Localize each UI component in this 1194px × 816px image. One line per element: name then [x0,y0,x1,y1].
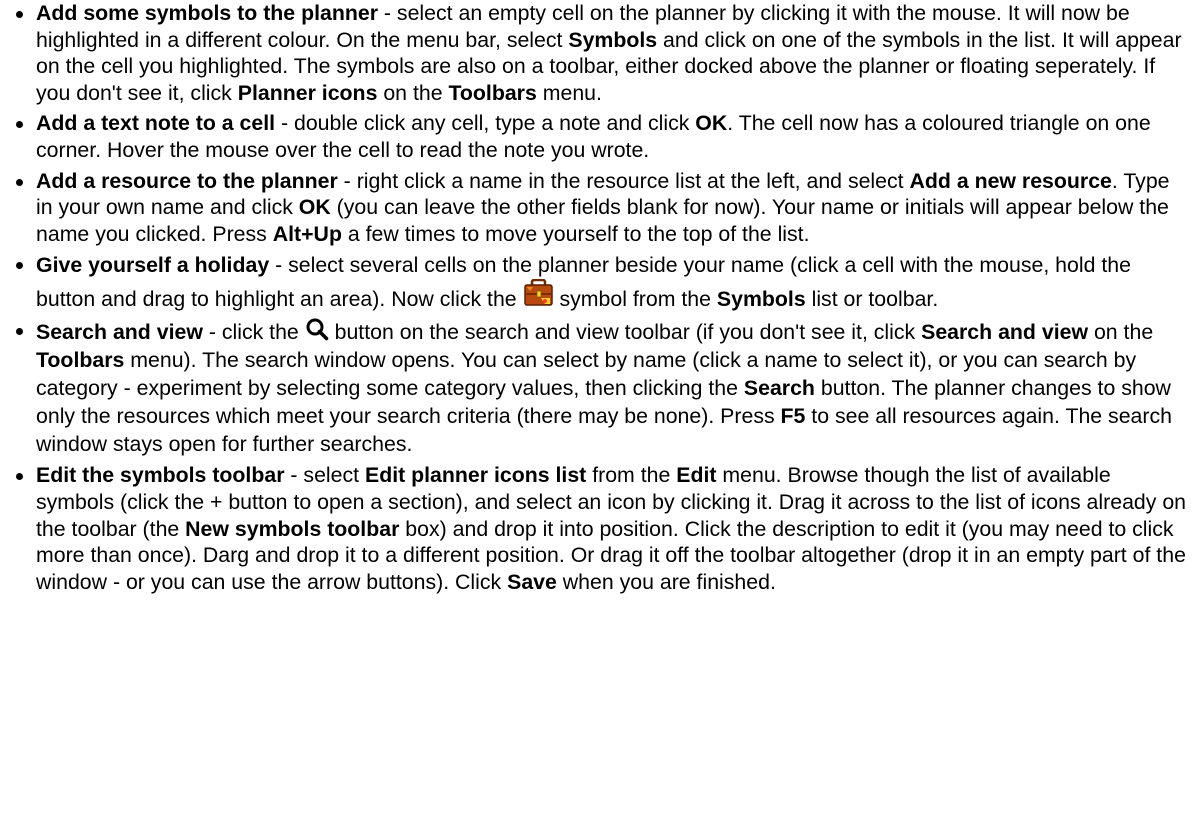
tip-bold-term: New symbols toolbar [185,516,400,541]
tip-text: menu. [536,80,602,105]
tip-title: Give yourself a holiday [36,253,270,278]
tip-bold-term: Planner icons [237,80,378,105]
tip-edit-toolbar: Edit the symbols toolbar - select Edit p… [0,462,1194,595]
search-icon [306,318,328,341]
tip-text-note: Add a text note to a cell - double click… [0,110,1194,163]
tip-bold-term: Add a new resource [909,168,1112,193]
tip-text: - click the [202,320,305,345]
tip-bold-term: Symbols [568,27,658,52]
tips-list: Add some symbols to the planner - select… [0,0,1194,595]
tip-text: - double click any cell, type a note and… [275,111,696,136]
tip-bold-term: Toolbars [36,348,125,373]
tip-bold-term: OK [695,111,728,136]
tip-bold-term: F5 [780,404,806,429]
tip-text: from the [586,463,677,488]
tip-search-view: Search and view - click the button on th… [0,317,1194,458]
tip-bold-term: Edit [676,463,717,488]
tip-bold-term: Symbols [716,287,806,312]
tip-title: Edit the symbols toolbar [36,463,285,488]
tip-text: list or toolbar. [805,287,939,312]
tip-title: Add a text note to a cell [36,111,276,136]
tip-bold-term: OK [298,195,331,220]
tip-title: Add a resource to the planner [36,168,338,193]
holiday-suitcase-icon [523,279,553,307]
tip-title: Add some symbols to the planner [36,1,378,25]
tip-text: on the [377,80,449,105]
tip-add-symbols: Add some symbols to the planner - select… [0,0,1194,106]
tip-text: symbol from the [553,287,717,312]
tip-text: on the [1088,320,1154,345]
tip-bold-term: Edit planner icons list [364,463,587,488]
tip-text: when you are finished. [556,569,776,594]
tip-add-resource: Add a resource to the planner - right cl… [0,168,1194,248]
tip-text: button on the search and view toolbar (i… [328,320,922,345]
tip-bold-term: Alt+Up [272,221,342,246]
tip-title: Search and view [36,320,203,345]
tip-bold-term: Search [743,376,815,401]
tip-bold-term: Save [507,569,557,594]
tip-text: a few times to move yourself to the top … [341,221,810,246]
tip-text: - right click a name in the resource lis… [337,168,910,193]
tip-bold-term: Search and view [921,320,1089,345]
tip-text: - select [284,463,365,488]
tip-bold-term: Toolbars [448,80,537,105]
tip-holiday: Give yourself a holiday - select several… [0,251,1194,313]
